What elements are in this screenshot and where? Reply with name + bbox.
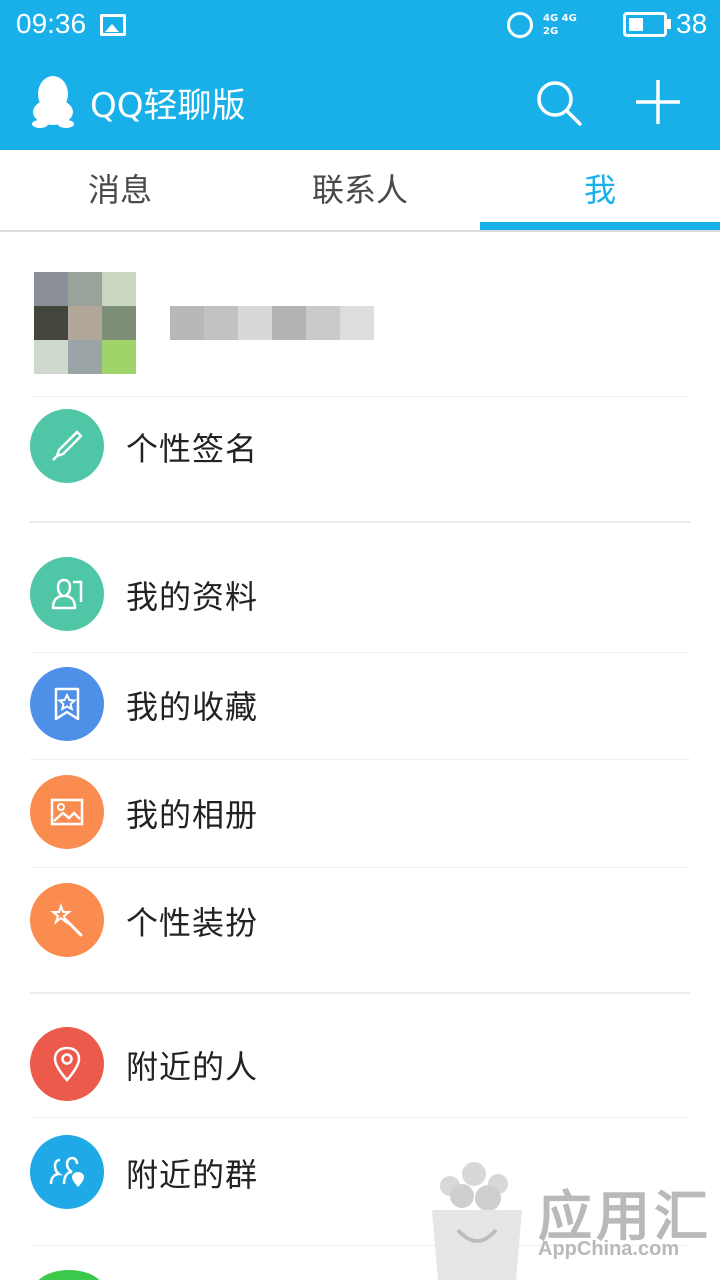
app-title: QQ轻聊版 [90,86,246,126]
bookmark-star-icon [30,667,104,741]
nickname-blurred [170,306,374,340]
appchina-logo-icon [432,1162,522,1280]
group-location-icon [30,1135,104,1209]
menu-item-my-profile[interactable]: 我的资料 [0,540,720,648]
menu-item-my-album[interactable]: 我的相册 [0,758,720,866]
menu-item-my-favorites[interactable]: 我的收藏 [0,650,720,758]
alarm-icon [507,12,533,38]
menu-item-label: 个性装扮 [126,904,259,942]
status-bar: 09:36 4G 4G 2G 38 [0,0,720,52]
add-icon[interactable] [630,74,686,130]
status-time: 09:36 [16,8,87,39]
partial-menu-icon[interactable] [34,1270,104,1280]
battery-icon [623,12,667,37]
avatar[interactable] [34,272,136,374]
section-divider [30,521,690,523]
watermark-subtext: AppChina.com [538,1238,680,1260]
location-pin-icon [30,1027,104,1101]
appchina-watermark: 应用汇 AppChina.com [420,1152,720,1280]
profile-header[interactable] [0,232,720,396]
tab-bar: 消息 联系人 我 [0,150,720,232]
menu-item-label: 附近的人 [126,1048,259,1086]
search-icon[interactable] [530,74,586,130]
tab-messages[interactable]: 消息 [0,150,240,230]
section-divider [30,992,690,994]
menu-item-label: 我的相册 [126,796,259,834]
brush-icon [30,409,104,483]
profile-card-icon [30,557,104,631]
signal-icon: 4G 4G 2G [543,13,577,37]
menu-item-signature[interactable]: 个性签名 [0,392,720,500]
battery-percent: 38 [676,8,708,39]
magic-wand-icon [30,883,104,957]
picture-icon [30,775,104,849]
menu-item-nearby-people[interactable]: 附近的人 [0,1010,720,1118]
tab-active-indicator [480,222,720,230]
menu-item-label: 我的收藏 [126,688,259,726]
tab-me[interactable]: 我 [480,150,720,230]
image-notification-icon [100,14,126,36]
qq-penguin-icon [32,76,74,128]
menu-item-personal-theme[interactable]: 个性装扮 [0,866,720,974]
menu-item-label: 个性签名 [126,430,259,468]
app-header: QQ轻聊版 [0,52,720,150]
menu-item-label: 我的资料 [126,578,259,616]
menu-item-label: 附近的群 [126,1156,259,1194]
tab-contacts[interactable]: 联系人 [240,150,480,230]
